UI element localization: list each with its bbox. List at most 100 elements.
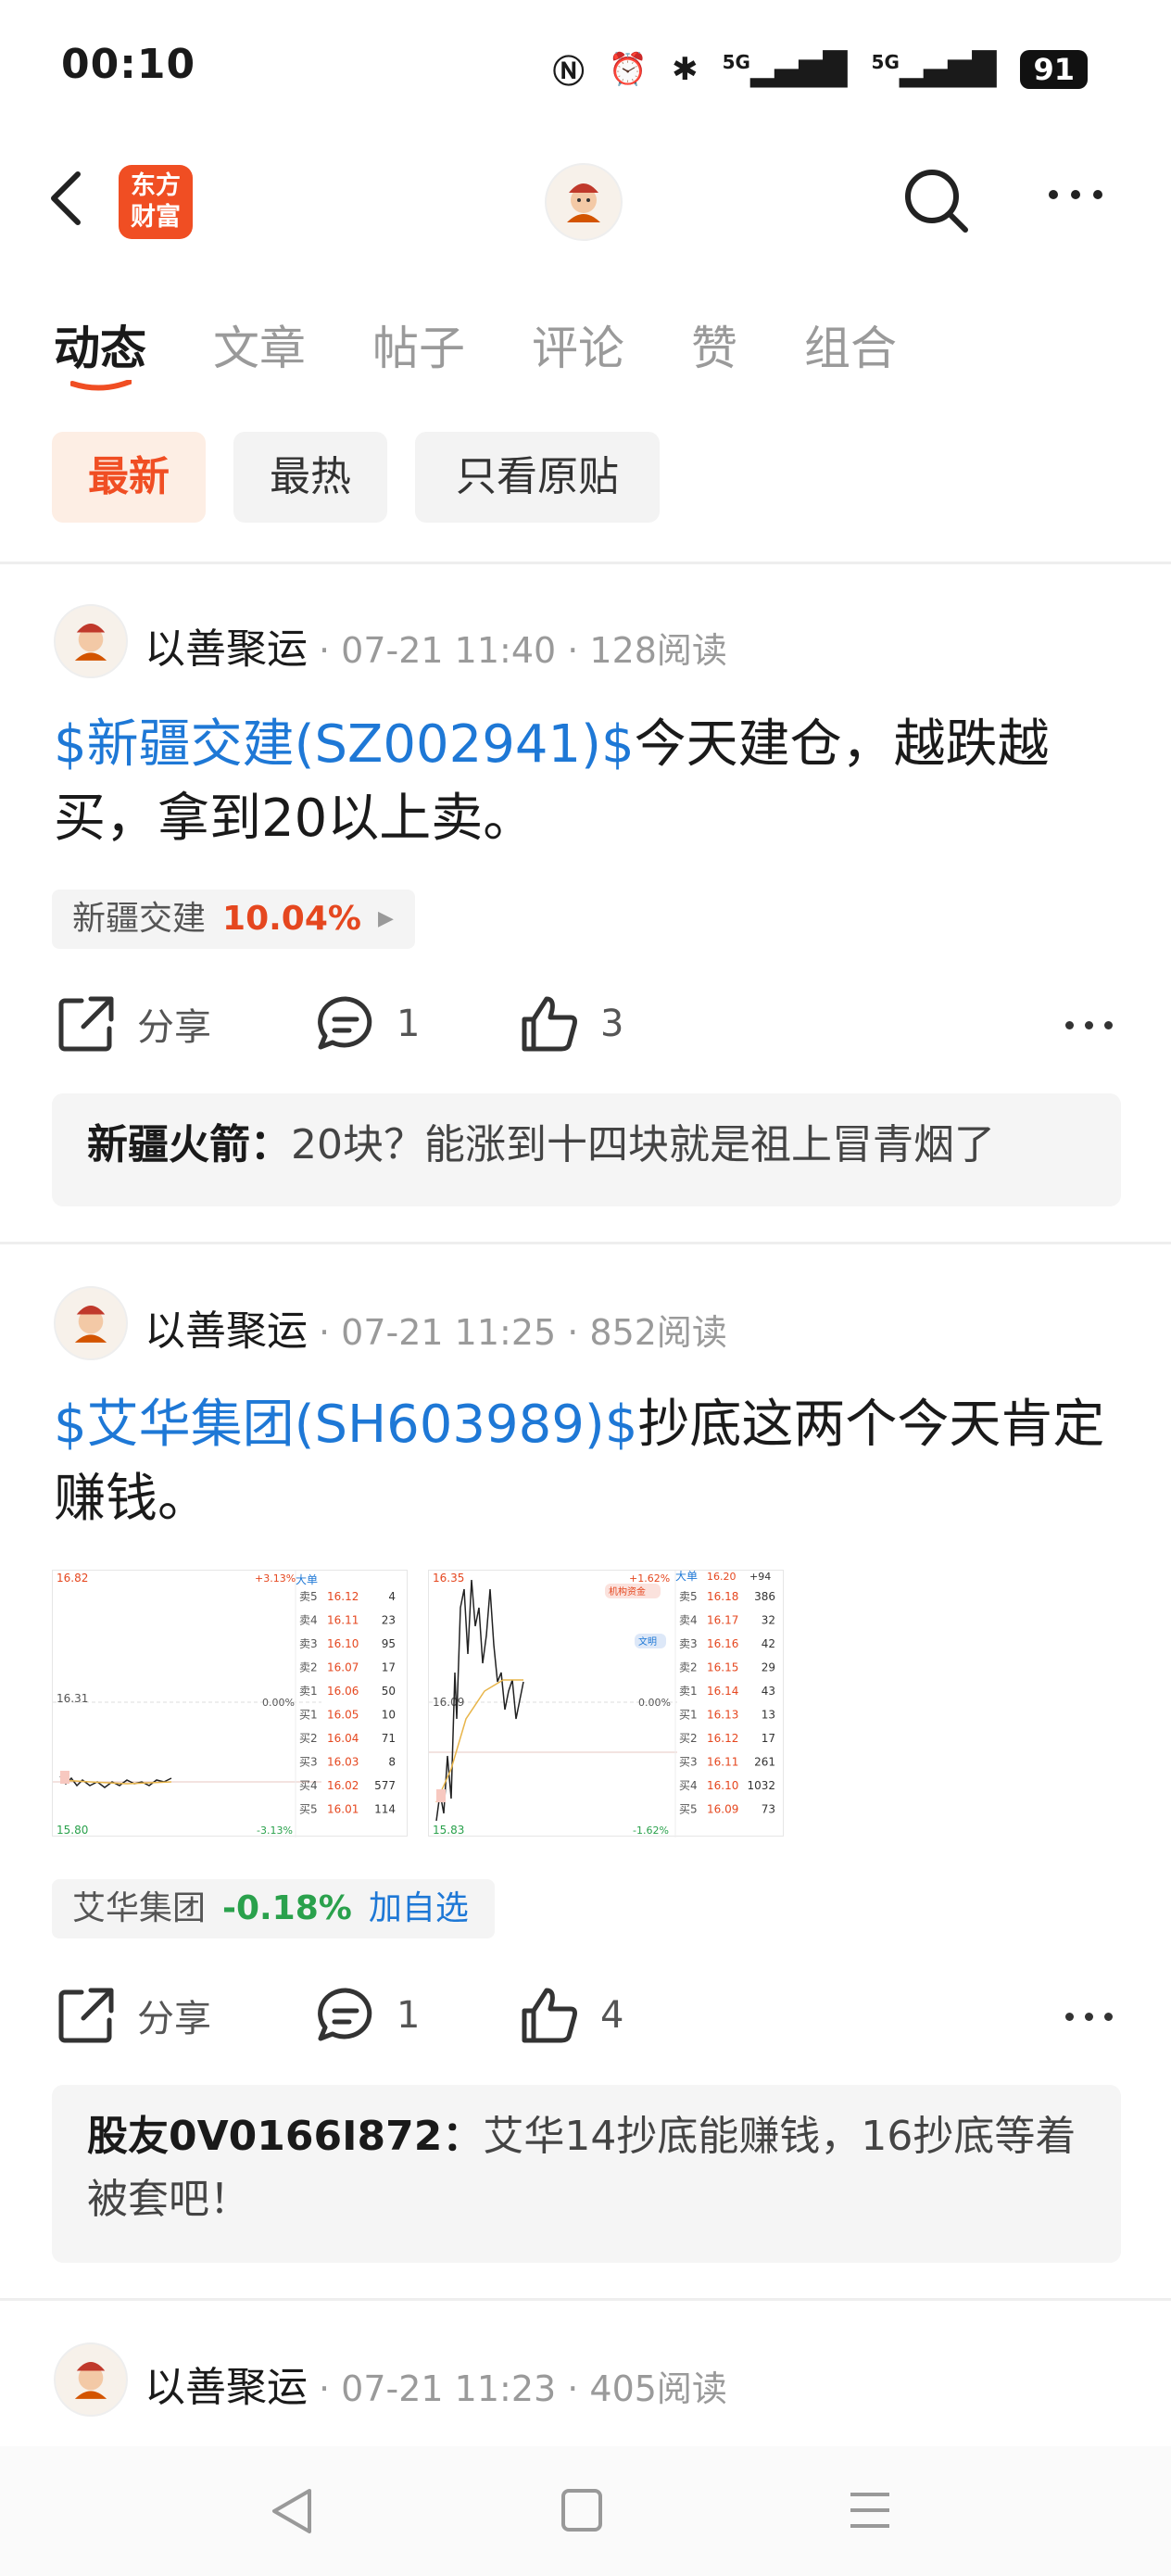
order-book-volume: 1032 [747,1779,775,1792]
chart-thumbnail-1[interactable]: 16.82 16.31 15.80 +3.13% 0.00% -3.13% 大单… [52,1570,408,1837]
eastmoney-logo[interactable]: 东方 财富 [119,165,193,239]
filter-latest[interactable]: 最新 [52,432,206,523]
stock-chip[interactable]: 新疆交建 10.04% ▶ [52,890,415,949]
order-book-volume: 261 [754,1756,775,1769]
order-book: 卖5 16.12 4 卖4 16.11 23 卖3 16.10 95 卖2 16.07 17 卖1 16.… [299,1590,396,1816]
order-book-side: 买4 [299,1779,318,1792]
order-book-side: 买3 [679,1756,698,1769]
more-options-icon[interactable] [1049,190,1102,199]
order-book-price: 16.10 [327,1637,359,1650]
comment-button[interactable]: 1 [313,991,420,1056]
share-icon [58,1988,114,2043]
filter-hot[interactable]: 最热 [233,432,387,523]
add-to-watchlist-button[interactable]: 加自选 [369,1879,469,1938]
chart-thumbnail-2[interactable]: 16.35 16.09 15.83 +1.62% 0.00% -1.62% 机构… [428,1570,784,1837]
stock-link[interactable]: $新疆交建(SZ002941)$ [54,714,635,775]
order-book-volume: 95 [382,1637,396,1650]
pct-label: -3.13% [257,1825,293,1837]
active-tab-indicator [70,380,132,391]
tab-portfolio[interactable]: 组合 [804,311,897,378]
share-button[interactable]: 分享 [54,1983,211,2048]
comment-text: 20块？能涨到十四块就是祖上冒青烟了 [291,1121,995,1168]
nav-back-icon[interactable] [269,2483,315,2539]
order-book-side: 卖5 [679,1590,698,1603]
thumbs-up-icon [522,996,577,1052]
post-more-icon[interactable] [1065,2013,1113,2021]
author-avatar[interactable] [54,2342,128,2417]
post-header: 以善聚运 · 07-21 11:40 · 128阅读 [145,615,727,675]
divider [0,562,1171,564]
order-book-volume: 13 [762,1709,775,1722]
author-name[interactable]: 以善聚运 [145,615,308,675]
order-book-header: 大单 [296,1573,318,1586]
post-content[interactable]: $艾华集团(SH603989)$抄底这两个今天肯定赚钱。 [54,1388,1119,1536]
nfc-icon: Ⓝ [552,54,585,91]
price-label: 15.83 [433,1824,464,1837]
post-meta: · 07-21 11:40 · 128阅读 [319,630,727,671]
system-nav-bar [0,2446,1171,2576]
signal-icon: 5G▂▄▆█ [722,50,848,88]
author-name[interactable]: 以善聚运 [145,1297,308,1357]
tab-likes[interactable]: 赞 [691,311,737,378]
order-book-side: 买3 [299,1756,318,1769]
comment-button[interactable]: 1 [313,1983,420,2048]
tab-comments[interactable]: 评论 [532,311,624,378]
order-book-price: 16.14 [707,1685,738,1698]
comment-icon [318,1988,372,2041]
pct-label: +1.62% [629,1572,670,1585]
post-meta: · 07-21 11:23 · 405阅读 [319,2368,727,2409]
share-button[interactable]: 分享 [54,991,211,1056]
price-label: 15.80 [57,1824,88,1837]
post-header: 以善聚运 · 07-21 11:25 · 852阅读 [145,1297,727,1357]
order-book: 卖5 16.18 386 卖4 16.17 32 卖3 16.16 42 卖2 16.15 29 卖1 1… [679,1590,775,1816]
order-book-volume: 29 [762,1661,775,1674]
nav-menu-icon[interactable] [847,2487,893,2533]
order-book-price: 16.17 [707,1614,738,1627]
order-book-header-price: 16.20 [707,1571,737,1583]
battery-icon: 91 [1020,49,1088,89]
post-header: 以善聚运 · 07-21 11:23 · 405阅读 [145,2354,727,2413]
stock-chip[interactable]: 艾华集团 -0.18% 加自选 [52,1879,495,1938]
comment-author: 新疆火箭： [87,1121,291,1168]
bluetooth-icon: ✱ [672,50,699,88]
stock-link[interactable]: $艾华集团(SH603989)$ [54,1395,637,1455]
top-comment[interactable]: 股友0V0166I872：艾华14抄底能赚钱，16抄底等着被套吧！ [52,2085,1121,2263]
author-name[interactable]: 以善聚运 [145,2354,308,2413]
order-book-side: 卖2 [679,1661,698,1674]
order-book-price: 16.06 [327,1685,359,1698]
like-button[interactable]: 3 [517,991,623,1056]
author-avatar[interactable] [54,1286,128,1360]
post-content[interactable]: $新疆交建(SZ002941)$今天建仓，越跌越买，拿到20以上卖。 [54,708,1119,856]
author-avatar[interactable] [54,604,128,678]
pct-label: 0.00% [262,1697,295,1709]
back-arrow-icon[interactable] [48,170,85,226]
pct-label: -1.62% [633,1825,669,1837]
order-book-volume: 577 [374,1779,396,1792]
like-button[interactable]: 4 [517,1983,623,2048]
stock-name: 艾华集团 [72,1889,207,1927]
user-avatar[interactable] [545,163,623,241]
status-icons: Ⓝ ⏰ ✱ 5G▂▄▆█ 5G▂▄▆█ 91 [553,46,1088,92]
order-book-volume: 10 [382,1709,396,1722]
order-book-price: 16.07 [327,1661,359,1674]
post-more-icon[interactable] [1065,1021,1113,1029]
order-book-side: 卖3 [299,1637,318,1650]
order-book-volume: 42 [762,1637,775,1650]
nav-home-icon[interactable] [560,2487,604,2533]
filter-original-only[interactable]: 只看原贴 [415,432,660,523]
top-comment[interactable]: 新疆火箭：20块？能涨到十四块就是祖上冒青烟了 [52,1093,1121,1206]
order-book-volume: 17 [762,1732,775,1745]
status-time: 00:10 [61,41,196,88]
stock-change: -0.18% [222,1889,352,1927]
search-icon[interactable] [900,165,971,235]
stock-name: 新疆交建 [72,900,207,938]
order-book-price: 16.03 [327,1756,359,1769]
alarm-icon: ⏰ [608,50,648,88]
order-book-price: 16.02 [327,1779,359,1792]
tab-articles[interactable]: 文章 [213,311,306,378]
tab-dynamics[interactable]: 动态 [54,311,146,378]
order-book-price: 16.01 [327,1803,359,1816]
tab-posts[interactable]: 帖子 [372,311,465,378]
order-book-volume: 50 [382,1685,396,1698]
order-book-side: 买2 [679,1732,698,1745]
